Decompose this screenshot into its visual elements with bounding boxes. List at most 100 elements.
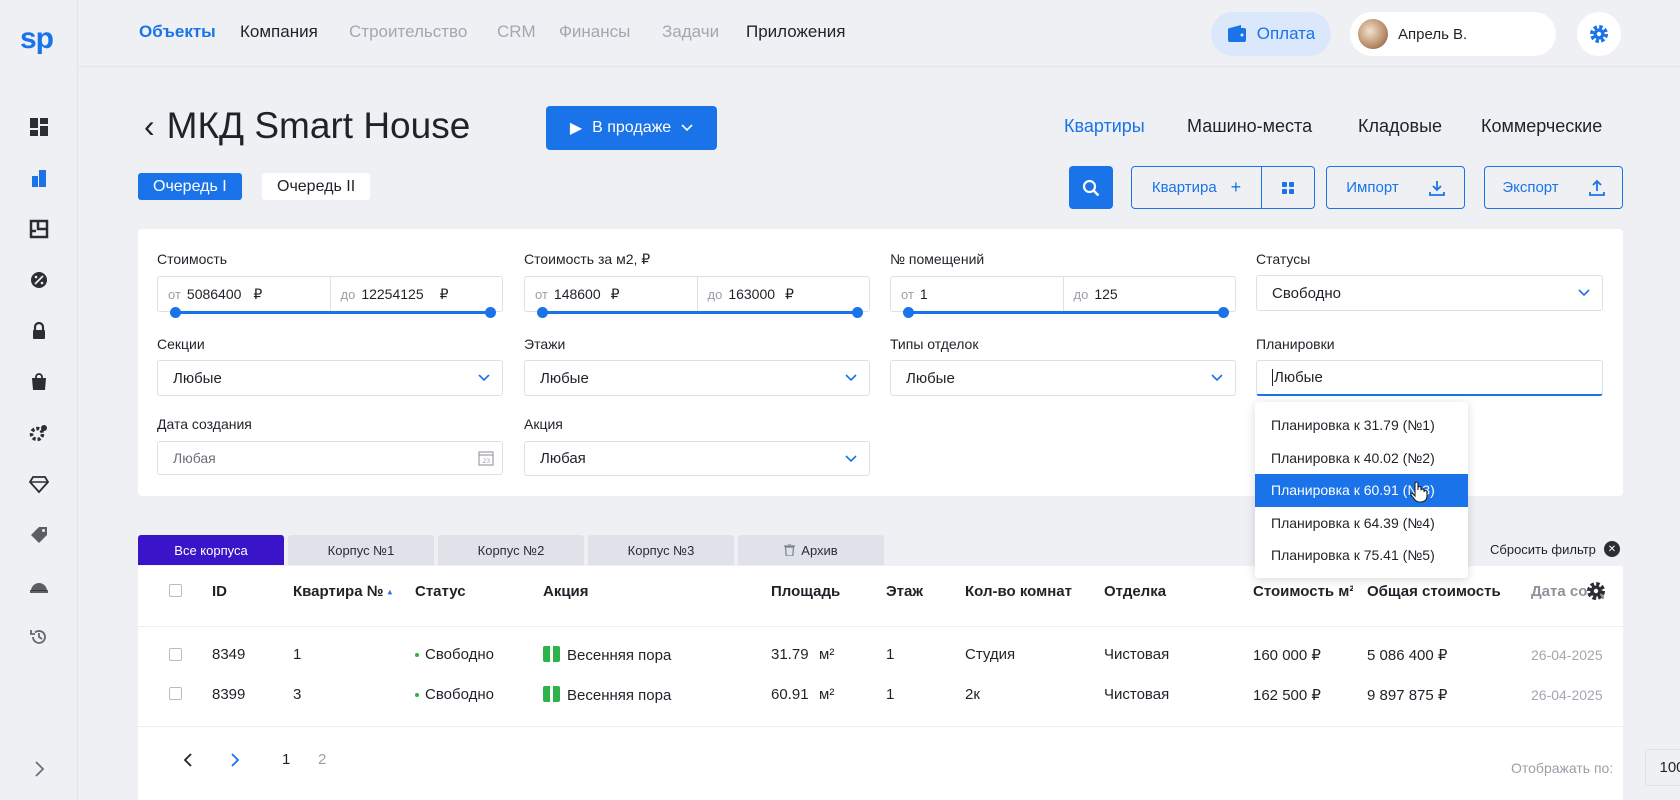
tab-archive[interactable]: Архив [738, 535, 884, 565]
cost-range: от 5086400 ₽ до 12254125 ₽ [157, 276, 503, 312]
rooms-no-to-field[interactable]: до 125 [1062, 277, 1236, 311]
grid-view-button[interactable] [1261, 166, 1315, 209]
per-page-select[interactable]: 100 [1645, 749, 1680, 786]
plus-icon: + [1230, 177, 1242, 197]
tab-building-3[interactable]: Корпус №3 [588, 535, 734, 565]
floors-select[interactable]: Любые [524, 360, 870, 396]
col-rooms[interactable]: Кол-во комнат [965, 583, 1075, 600]
dashboard-icon[interactable] [27, 115, 51, 139]
statuses-select[interactable]: Свободно [1256, 275, 1603, 311]
buildings-icon[interactable] [27, 166, 51, 190]
lock-icon[interactable] [27, 319, 51, 343]
nav-objects[interactable]: Объекты [139, 22, 216, 42]
select-all-checkbox[interactable] [169, 584, 182, 597]
grid-icon [1282, 181, 1294, 194]
pay-button[interactable]: Оплата [1211, 12, 1331, 56]
calendar-icon: 23 [478, 451, 494, 466]
col-area[interactable]: Площадь [771, 583, 840, 600]
cost-m2-from-field[interactable]: от 148600 ₽ [525, 277, 697, 311]
nav-construction[interactable]: Строительство [349, 22, 467, 42]
layout-option[interactable]: Планировка к 31.79 (№1) [1255, 409, 1468, 442]
helmet-icon[interactable] [27, 574, 51, 598]
layouts-dropdown: Планировка к 31.79 (№1) Планировка к 40.… [1255, 402, 1468, 578]
tab-building-2[interactable]: Корпус №2 [438, 535, 584, 565]
col-flat-no[interactable]: Квартира № ▴ [293, 583, 392, 600]
row-checkbox[interactable] [169, 648, 182, 661]
table-row[interactable]: 8349 1 Свободно Весенняя пора 31.79 м² 1… [138, 646, 1623, 680]
col-promo[interactable]: Акция [543, 583, 589, 600]
diamond-icon[interactable] [27, 472, 51, 496]
layout-option[interactable]: Планировка к 75.41 (№5) [1255, 539, 1468, 572]
table-row[interactable]: 8399 3 Свободно Весенняя пора 60.91 м² 1… [138, 686, 1623, 719]
rooms-no-from-field[interactable]: от 1 [891, 277, 1063, 311]
layout-option[interactable]: Планировка к 40.02 (№2) [1255, 442, 1468, 475]
import-button[interactable]: Импорт [1326, 166, 1465, 209]
prev-page-chevron-icon[interactable] [183, 753, 193, 771]
statuses-label: Статусы [1256, 251, 1311, 267]
nav-apps[interactable]: Приложения [746, 22, 845, 42]
cost-m2-slider-max-handle[interactable] [852, 307, 863, 318]
tab-commercial[interactable]: Коммерческие [1481, 116, 1602, 137]
queue-1-button[interactable]: Очередь I [138, 173, 242, 200]
col-price-m2[interactable]: Стоимость м² [1253, 583, 1353, 600]
sections-select[interactable]: Любые [157, 360, 503, 396]
col-finish[interactable]: Отделка [1104, 583, 1166, 600]
nav-crm[interactable]: CRM [497, 22, 536, 42]
nav-tasks[interactable]: Задачи [662, 22, 719, 42]
export-button[interactable]: Экспорт [1484, 166, 1623, 209]
page-2[interactable]: 2 [318, 751, 326, 768]
search-button[interactable] [1069, 166, 1113, 209]
add-flat-button[interactable]: Квартира + [1131, 166, 1262, 209]
cost-from-field[interactable]: от 5086400 ₽ [158, 277, 330, 311]
promo-select[interactable]: Любая [524, 441, 870, 476]
col-id[interactable]: ID [212, 583, 227, 600]
cost-m2-slider-min-handle[interactable] [537, 307, 548, 318]
user-menu[interactable]: Апрель В. [1350, 12, 1556, 56]
chevron-down-icon [1578, 289, 1590, 297]
col-floor[interactable]: Этаж [886, 583, 923, 600]
tab-all-buildings[interactable]: Все корпуса [138, 535, 284, 565]
next-page-chevron-icon[interactable] [230, 753, 240, 771]
nav-company[interactable]: Компания [240, 22, 318, 42]
cost-slider-min-handle[interactable] [170, 307, 181, 318]
layouts-select[interactable]: Любые [1256, 360, 1603, 396]
tab-flats[interactable]: Квартиры [1064, 116, 1145, 137]
rooms-no-slider-min-handle[interactable] [903, 307, 914, 318]
gear-icon[interactable] [1577, 12, 1621, 56]
nav-finance[interactable]: Финансы [559, 22, 630, 42]
layout-option-selected[interactable]: Планировка к 60.91 (№3) [1255, 474, 1468, 507]
cost-to-field[interactable]: до 12254125 ₽ [329, 277, 503, 311]
rooms-no-slider-max-handle[interactable] [1218, 307, 1229, 318]
floorplan-icon[interactable] [27, 217, 51, 241]
reset-filter-button[interactable]: Сбросить фильтр ✕ [1490, 541, 1620, 557]
cost-m2-to-field[interactable]: до 163000 ₽ [696, 277, 870, 311]
tag-icon[interactable] [27, 523, 51, 547]
rooms-no-range: от 1 до 125 [890, 276, 1236, 312]
layout-option[interactable]: Планировка к 64.39 (№4) [1255, 507, 1468, 540]
tab-parking[interactable]: Машино-места [1187, 116, 1312, 137]
page-1[interactable]: 1 [282, 751, 290, 768]
col-total[interactable]: Общая стоимость [1367, 583, 1502, 600]
sale-status-button[interactable]: ▶ В продаже [546, 106, 717, 150]
bag-icon[interactable] [27, 370, 51, 394]
tab-storage[interactable]: Кладовые [1358, 116, 1442, 137]
layouts-label: Планировки [1256, 336, 1335, 352]
settings-icon[interactable] [27, 421, 51, 445]
promo-label: Акция [524, 416, 563, 432]
cost-slider-max-handle[interactable] [485, 307, 496, 318]
gift-icon [543, 646, 560, 662]
trash-icon [784, 544, 796, 556]
tab-building-1[interactable]: Корпус №1 [288, 535, 434, 565]
history-icon[interactable] [27, 625, 51, 649]
created-date-input[interactable]: Любая 23 [157, 441, 503, 475]
row-checkbox[interactable] [169, 687, 182, 700]
col-status[interactable]: Статус [415, 583, 466, 600]
sale-status-label: В продаже [592, 119, 672, 136]
logo[interactable]: sp [20, 22, 54, 56]
back-chevron-icon[interactable]: ‹ [144, 108, 155, 145]
expand-sidebar-icon[interactable] [27, 757, 51, 781]
percent-icon[interactable] [27, 268, 51, 292]
queue-2-button[interactable]: Очередь II [262, 173, 371, 200]
finish-types-select[interactable]: Любые [890, 360, 1236, 396]
table-settings-gear-icon[interactable] [1585, 580, 1607, 606]
